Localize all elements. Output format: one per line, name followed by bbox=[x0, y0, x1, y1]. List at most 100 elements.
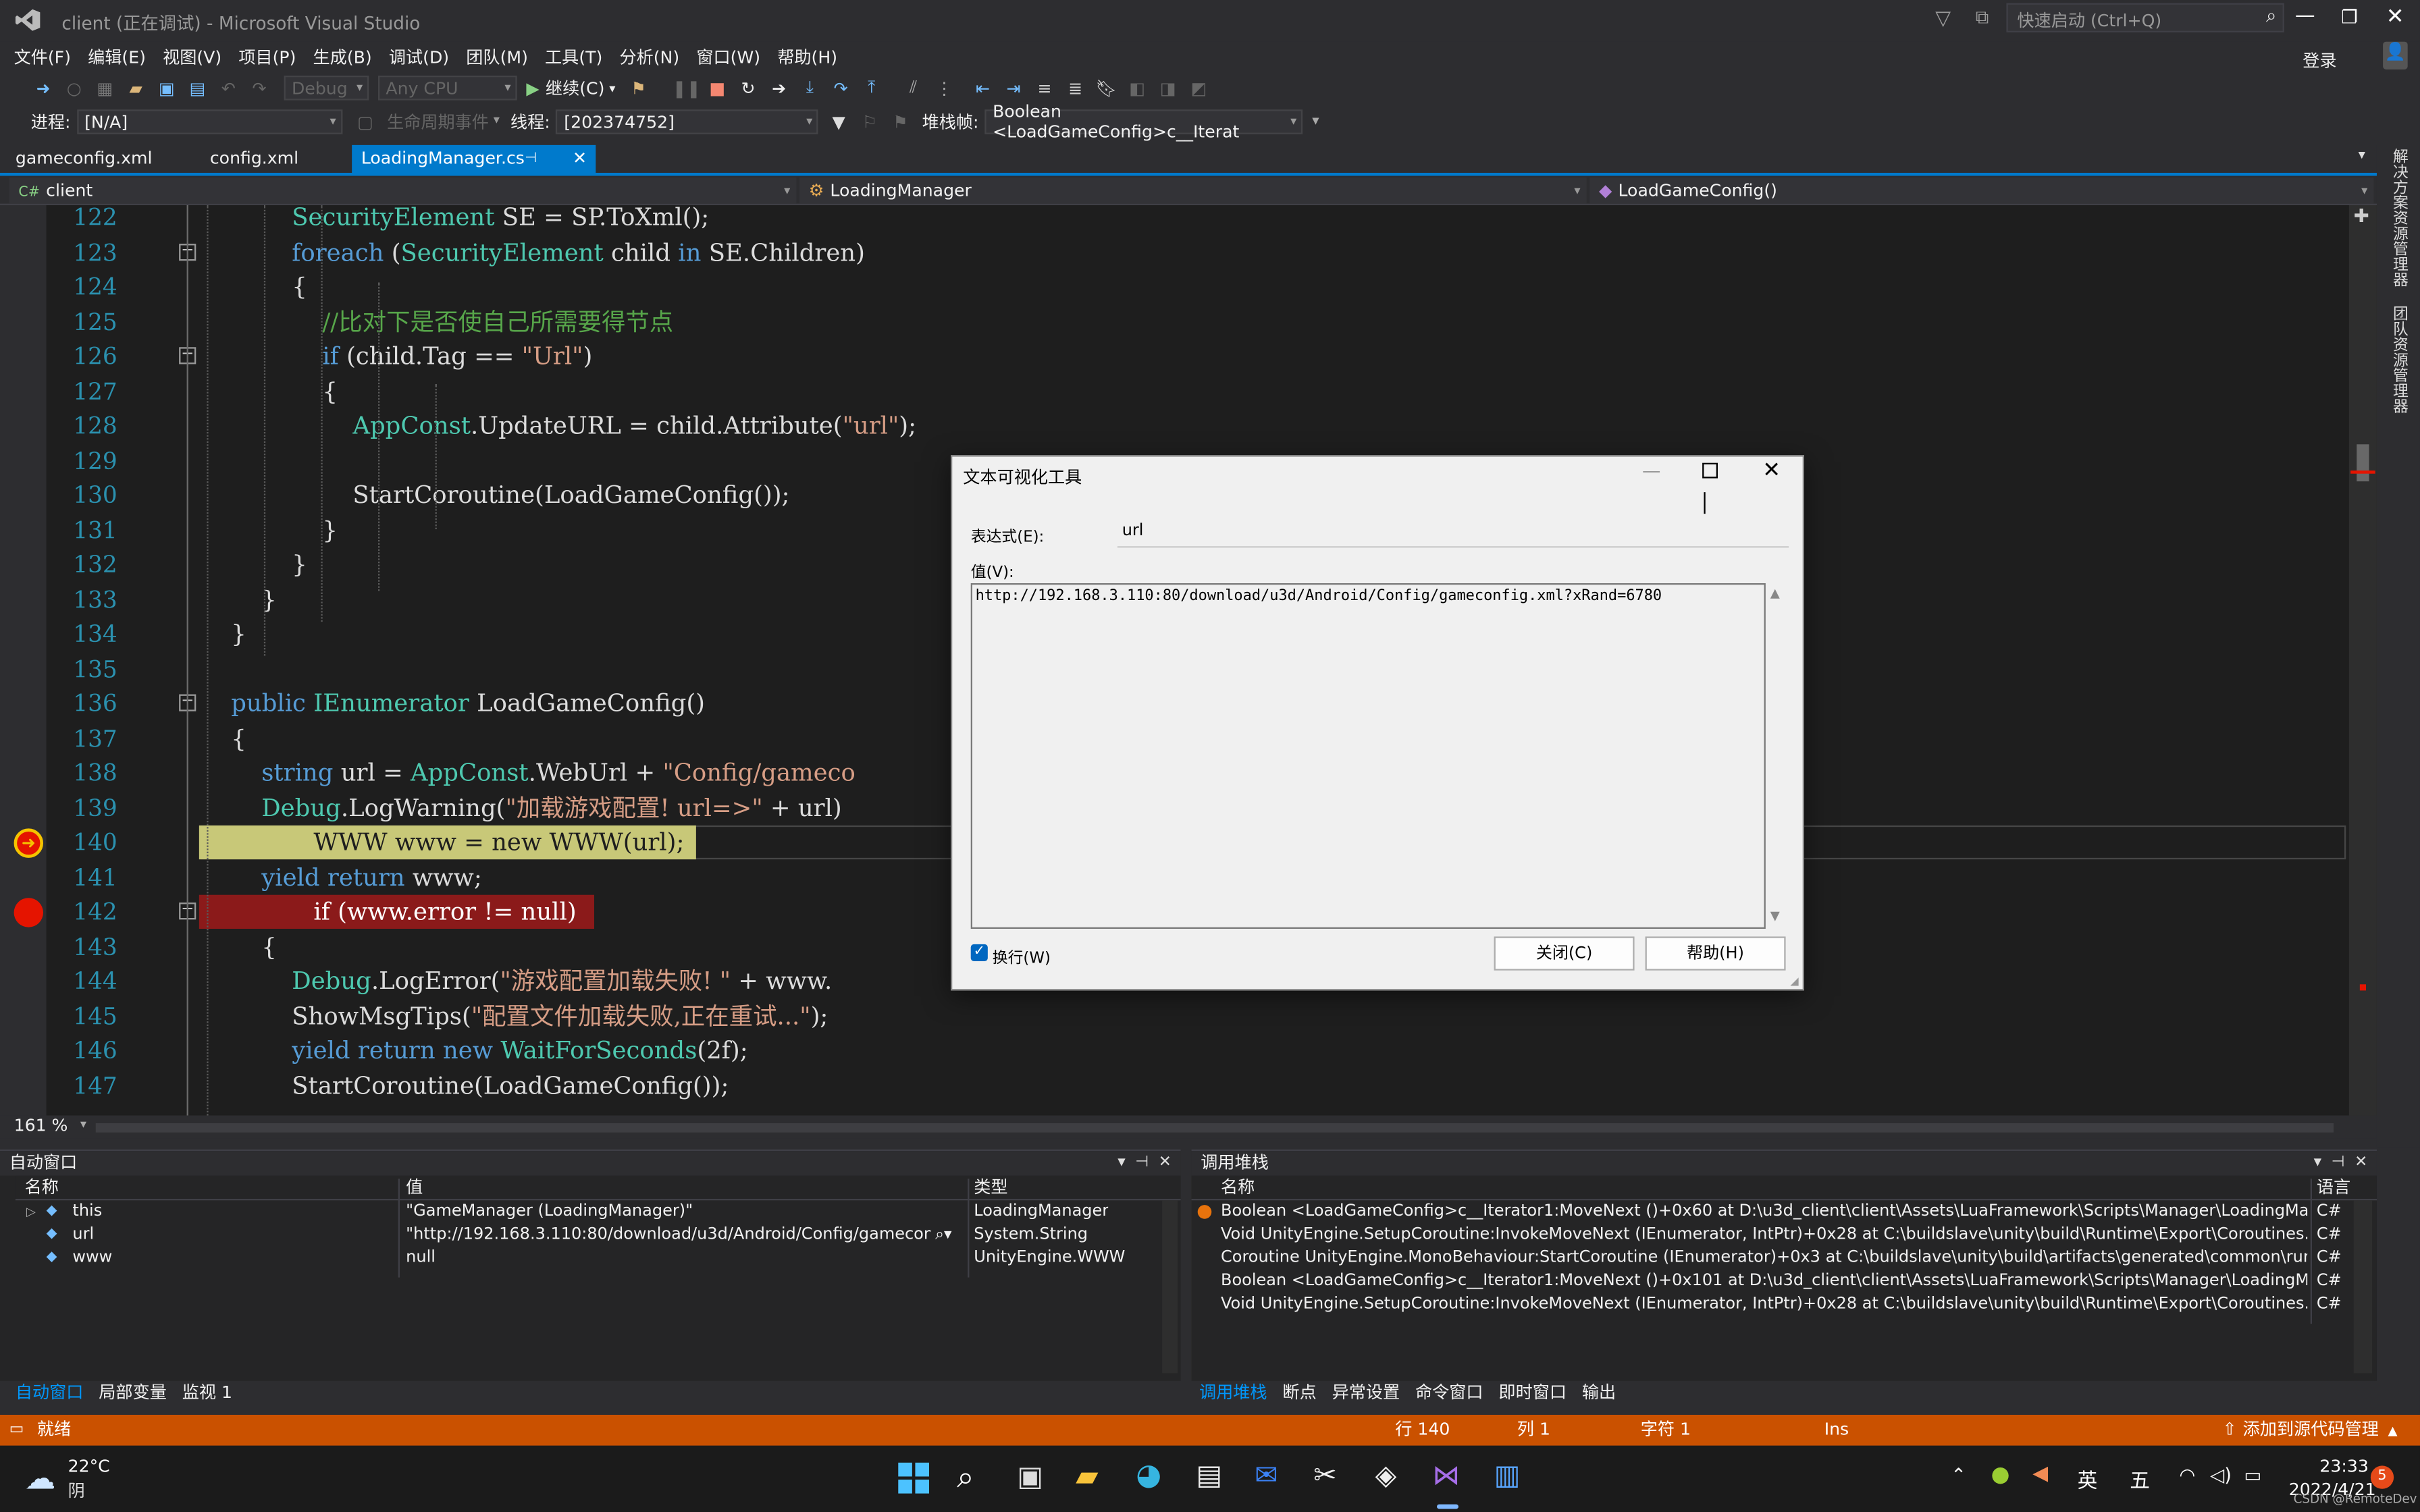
wrap-label[interactable]: 换行(W) bbox=[993, 944, 1051, 967]
menu-team[interactable]: 团队(M) bbox=[466, 44, 528, 69]
code-line[interactable]: public IEnumerator LoadGameConfig() bbox=[201, 686, 705, 721]
code-line[interactable]: AppConst.UpdateURL = child.Attribute("ur… bbox=[201, 409, 916, 443]
menu-build[interactable]: 生成(B) bbox=[313, 44, 372, 69]
code-line[interactable]: foreach (SecurityElement child in SE.Chi… bbox=[201, 236, 865, 270]
menu-tools[interactable]: 工具(T) bbox=[545, 44, 602, 69]
expand-icon[interactable]: ▷ bbox=[26, 1200, 36, 1223]
tab-gameconfig-xml[interactable]: gameconfig.xml bbox=[0, 145, 185, 173]
notepad-icon[interactable]: ▥ bbox=[1494, 1459, 1521, 1492]
platform-select[interactable]: Any CPU ▾ bbox=[377, 75, 517, 101]
scroll-thumb[interactable] bbox=[2357, 444, 2369, 482]
code-line[interactable]: } bbox=[201, 513, 338, 547]
pin-icon[interactable]: ⊣ bbox=[525, 145, 537, 173]
unity-icon[interactable]: ◈ bbox=[1375, 1459, 1397, 1492]
callstack-scrollbar[interactable] bbox=[2353, 1200, 2373, 1374]
solution-config-select[interactable]: Debug ▾ bbox=[284, 75, 369, 101]
account-icon[interactable]: 👤 bbox=[2383, 41, 2408, 70]
threads-icon[interactable]: ⋮ bbox=[933, 77, 955, 99]
expression-field[interactable]: url bbox=[1117, 492, 1789, 548]
callstack-row[interactable]: Coroutine UnityEngine.MonoBehaviour:Star… bbox=[1192, 1247, 2377, 1270]
stackframe-select[interactable]: Boolean <LoadGameConfig>c__Iterat ▾ bbox=[984, 102, 1303, 142]
ime-mode[interactable]: 五 bbox=[2130, 1464, 2150, 1493]
code-line[interactable]: { bbox=[201, 929, 277, 964]
login-link[interactable]: 登录 bbox=[2303, 48, 2336, 73]
text-visualizer-icon[interactable]: ⌕▾ bbox=[935, 1224, 951, 1247]
toggle-flag-icon[interactable]: ⚑ bbox=[890, 111, 912, 133]
value-textarea[interactable]: http://192.168.3.110:80/download/u3d/And… bbox=[970, 583, 1766, 929]
step-over-icon[interactable]: ↷ bbox=[830, 77, 851, 99]
tab-exception-settings[interactable]: 异常设置 bbox=[1324, 1379, 1407, 1407]
tray-overflow-icon[interactable]: ⌃ bbox=[1951, 1464, 1966, 1486]
menu-project[interactable]: 项目(P) bbox=[238, 44, 296, 69]
minimize-button[interactable]: — bbox=[2295, 5, 2315, 28]
callstack-row[interactable]: Void UnityEngine.SetupCoroutine:InvokeMo… bbox=[1192, 1224, 2377, 1247]
stop-icon[interactable]: ■ bbox=[706, 77, 728, 99]
callstack-row[interactable]: Boolean <LoadGameConfig>c__Iterator1:Mov… bbox=[1192, 1270, 2377, 1293]
menu-debug[interactable]: 调试(D) bbox=[389, 44, 449, 69]
battery-icon[interactable]: ▭ bbox=[2244, 1464, 2261, 1486]
undo-icon[interactable]: ↶ bbox=[217, 77, 239, 99]
outdent-icon[interactable]: ⇥ bbox=[1003, 77, 1024, 99]
code-line[interactable]: yield return new WaitForSeconds(2f); bbox=[201, 1033, 747, 1068]
redo-icon[interactable]: ↷ bbox=[248, 77, 270, 99]
code-line[interactable]: StartCoroutine(LoadGameConfig()); bbox=[201, 479, 789, 513]
code-line[interactable]: { bbox=[201, 374, 338, 408]
attach-icon[interactable]: ⚑ bbox=[628, 77, 650, 99]
callstack-row[interactable]: Boolean <LoadGameConfig>c__Iterator1:Mov… bbox=[1192, 1200, 2377, 1223]
editor-vertical-scrollbar[interactable]: ✚ bbox=[2348, 205, 2377, 1116]
visual-studio-taskbar-icon[interactable]: ⋈ bbox=[1432, 1459, 1460, 1492]
zoom-level-select[interactable]: 161 % bbox=[14, 1116, 68, 1136]
open-file-icon[interactable]: ▰ bbox=[125, 77, 147, 99]
back-icon[interactable]: ➜ bbox=[32, 77, 54, 99]
autos-value[interactable]: "http://192.168.3.110:80/download/u3d/An… bbox=[406, 1224, 930, 1247]
filter-threads-icon[interactable]: ▼ bbox=[828, 111, 849, 133]
code-line[interactable]: { bbox=[201, 270, 307, 304]
dialog-maximize-button[interactable] bbox=[1702, 462, 1718, 479]
callstack-col-name[interactable]: 名称 bbox=[1221, 1176, 1255, 1199]
tab-locals[interactable]: 局部变量 bbox=[91, 1379, 174, 1407]
menu-window[interactable]: 窗口(W) bbox=[696, 44, 760, 69]
autos-col-type[interactable]: 类型 bbox=[974, 1176, 1007, 1199]
tab-overflow-icon[interactable]: ▾ bbox=[2359, 148, 2365, 163]
weather-temp[interactable]: 22°C bbox=[68, 1457, 110, 1477]
resize-grip-icon[interactable]: ◢ bbox=[1790, 975, 1798, 988]
continue-button[interactable]: ▶ 继续(C) ▾ bbox=[526, 76, 615, 101]
tab-config-xml[interactable]: config.xml bbox=[194, 145, 336, 173]
menu-file[interactable]: 文件(F) bbox=[14, 44, 71, 69]
team-explorer-tab[interactable]: 团队资源管理器 bbox=[2386, 306, 2409, 414]
file-explorer-icon[interactable]: ▰ bbox=[1076, 1459, 1098, 1493]
tab-command-window[interactable]: 命令窗口 bbox=[1408, 1379, 1491, 1407]
code-line[interactable]: Debug.LogWarning("加载游戏配置! url=>" + url) bbox=[201, 790, 842, 825]
autos-window-controls[interactable]: ▾ ⊣ ✕ bbox=[1117, 1151, 1172, 1176]
save-all-icon[interactable]: ▤ bbox=[187, 77, 209, 99]
solution-explorer-tab[interactable]: 解决方案资源管理器 bbox=[2386, 148, 2409, 287]
next-bookmark-icon[interactable]: ◨ bbox=[1157, 77, 1179, 99]
tray-app-icon[interactable]: ● bbox=[1991, 1463, 2010, 1488]
save-icon[interactable]: ▣ bbox=[156, 77, 178, 99]
dialog-minimize-button[interactable]: — bbox=[1642, 460, 1660, 481]
wifi-icon[interactable]: ◠ bbox=[2179, 1464, 2195, 1486]
indent-icon[interactable]: ⇤ bbox=[972, 77, 993, 99]
code-line[interactable]: StartCoroutine(LoadGameConfig()); bbox=[201, 1069, 729, 1103]
code-line[interactable]: WWW www = new WWW(url); bbox=[199, 825, 697, 860]
breakpoint-margin[interactable] bbox=[0, 205, 47, 1116]
ime-language[interactable]: 英 bbox=[2078, 1464, 2098, 1493]
close-button[interactable]: 关闭(C) bbox=[1494, 936, 1635, 971]
forward-icon[interactable]: ○ bbox=[63, 77, 85, 99]
code-line[interactable]: ShowMsgTips("配置文件加载失败,正在重试..."); bbox=[201, 999, 828, 1033]
split-editor-icon[interactable]: ✚ bbox=[2354, 205, 2369, 227]
search-taskbar-icon[interactable]: ⌕ bbox=[957, 1458, 974, 1495]
menu-edit[interactable]: 编辑(E) bbox=[88, 44, 146, 69]
filter-icon[interactable]: ▽ bbox=[1935, 7, 1951, 30]
feedback-icon[interactable]: ⧉ bbox=[1976, 6, 1989, 29]
autos-value[interactable]: "GameManager (LoadingManager)" bbox=[406, 1200, 962, 1223]
tab-immediate-window[interactable]: 即时窗口 bbox=[1491, 1379, 1574, 1407]
tab-breakpoints[interactable]: 断点 bbox=[1275, 1379, 1324, 1407]
autos-scrollbar[interactable] bbox=[1162, 1200, 1178, 1374]
new-project-icon[interactable]: ▦ bbox=[94, 77, 115, 99]
value-scroll-down-icon[interactable]: ▼ bbox=[1770, 909, 1780, 923]
process-select[interactable]: [N/A] ▾ bbox=[76, 109, 342, 134]
class-dropdown[interactable]: ⚙ LoadingManager ▾ bbox=[799, 177, 1587, 204]
restart-icon[interactable]: ↻ bbox=[737, 77, 759, 99]
project-dropdown[interactable]: C# client ▾ bbox=[9, 177, 797, 204]
